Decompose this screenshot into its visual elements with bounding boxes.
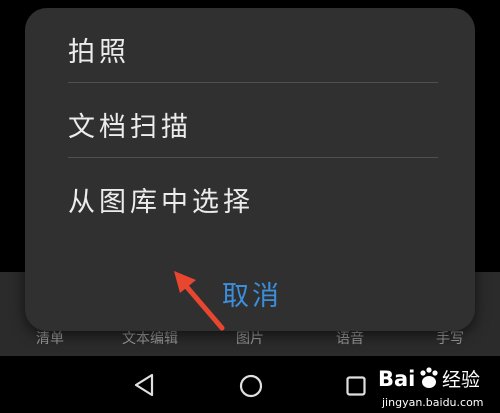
tab-checklist[interactable]: 清单 — [36, 328, 64, 348]
cancel-button[interactable]: 取消 — [222, 274, 282, 313]
choose-from-gallery-option[interactable]: 从图库中选择 — [68, 180, 254, 219]
divider — [68, 157, 438, 158]
svg-text:经验: 经验 — [442, 369, 480, 391]
divider — [68, 82, 438, 83]
baidu-jingyan-logo: Bai 经验 — [378, 367, 480, 391]
svg-text:Bai: Bai — [378, 367, 415, 391]
tab-voice[interactable]: 语音 — [336, 328, 364, 348]
document-scan-option[interactable]: 文档扫描 — [68, 105, 192, 144]
tab-image[interactable]: 图片 — [236, 328, 264, 348]
take-photo-option[interactable]: 拍照 — [68, 30, 130, 69]
annotation-arrow — [174, 271, 225, 331]
home-icon[interactable] — [239, 374, 263, 398]
tab-handwriting[interactable]: 手写 — [436, 328, 464, 348]
image-source-dialog: 拍照 文档扫描 从图库中选择 取消 — [25, 8, 475, 331]
back-icon[interactable] — [133, 373, 155, 397]
recent-apps-icon[interactable] — [346, 376, 366, 396]
watermark-url: jingyan.baidu.com — [382, 396, 484, 409]
